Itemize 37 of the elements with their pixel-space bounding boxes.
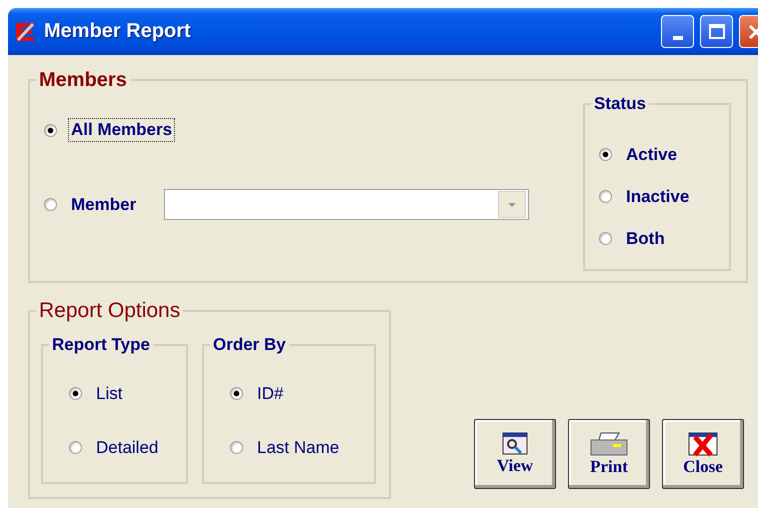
dropdown-arrow-icon [507,202,518,208]
radio-label[interactable]: List [94,382,124,405]
group-title: Order By [212,336,287,355]
radio-label[interactable]: All Members [69,119,174,141]
group-title: Status [593,95,647,114]
group-title: Report Type [51,336,151,355]
pen-letter-icon [14,20,36,42]
radio-button[interactable] [599,190,612,204]
close-window-icon [687,431,719,457]
radio-button[interactable] [230,387,243,400]
printer-icon [589,431,629,457]
radio-label[interactable]: Both [624,228,667,250]
window-title: Member Report [44,20,192,43]
radio-label[interactable]: Detailed [94,436,160,459]
radio-button[interactable] [599,232,612,246]
maximize-icon [708,22,726,40]
print-button[interactable]: Print [568,419,650,489]
radio-label[interactable]: ID# [255,382,286,405]
radio-button[interactable] [599,148,612,162]
maximize-button[interactable] [700,15,733,48]
radio-button[interactable] [44,198,57,211]
radio-label[interactable]: Inactive [624,186,692,208]
view-button[interactable]: View [474,419,556,489]
magnifier-window-icon [502,432,528,456]
radio-button[interactable] [69,441,82,454]
close-report-button[interactable]: Close [662,419,744,489]
minimize-button[interactable] [661,15,694,48]
group-title: Members [38,69,128,91]
radio-button[interactable] [69,387,82,400]
group-title: Report Options [38,299,182,322]
radio-label[interactable]: Last Name [255,436,342,459]
radio-label[interactable]: Active [624,144,680,166]
member-dropdown[interactable] [164,189,530,220]
radio-button[interactable] [44,124,57,136]
minimize-icon [672,36,682,40]
radio-button[interactable] [230,441,243,454]
radio-label[interactable]: Member [69,194,138,216]
